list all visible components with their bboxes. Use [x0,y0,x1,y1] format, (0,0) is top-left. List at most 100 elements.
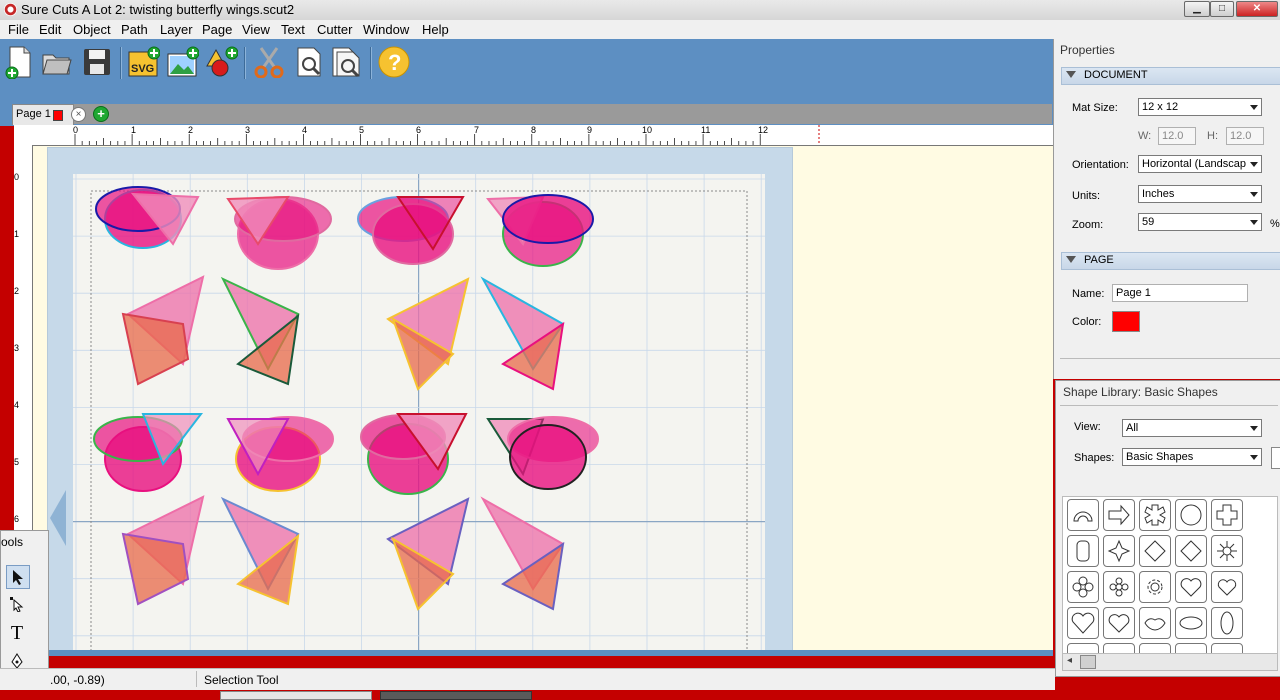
minimize-button[interactable]: ▁ [1184,1,1210,17]
toolbar-separator [244,47,246,79]
ruler-label: 4 [302,125,308,135]
menu-window[interactable]: Window [363,22,409,37]
taskbar-item[interactable] [220,691,372,700]
rounded-rect-shape-icon[interactable] [1067,535,1099,567]
diamond-shape-icon[interactable] [1139,535,1171,567]
ellipse-vertical-shape-icon[interactable] [1211,607,1243,639]
import-image-icon[interactable] [166,45,200,79]
scroll-left-arrow-icon[interactable]: ◂ [1067,655,1072,666]
menu-help[interactable]: Help [422,22,449,37]
menu-file[interactable]: File [8,22,29,37]
heart-shape-icon[interactable] [1175,571,1207,603]
page-color-swatch-button[interactable] [1112,311,1140,332]
wing-shape [480,496,565,611]
ellipse-shape-icon[interactable] [1175,607,1207,639]
dropdown-arrow-icon [1250,162,1258,167]
close-window-button[interactable]: ✕ [1236,1,1278,17]
small-flower-shape-icon[interactable] [1103,571,1135,603]
heart-outline-shape-icon[interactable] [1211,571,1243,603]
ruler-label: 6 [416,125,422,135]
zoom-select[interactable]: 59 [1138,213,1262,231]
flower-burst-shape-icon[interactable] [1211,535,1243,567]
mat-size-value: 12 x 12 [1142,101,1179,113]
diamond-2-shape-icon[interactable] [1175,535,1207,567]
toolbar-separator [120,47,122,79]
arrow-shape-icon[interactable] [1103,499,1135,531]
width-label: W: [1138,130,1152,142]
cross-burst-shape-icon[interactable] [1139,499,1171,531]
circle-shape-icon[interactable] [1175,499,1207,531]
view-select[interactable]: All [1122,419,1262,437]
mat-width-field[interactable]: 12.0 [1158,127,1196,145]
status-divider [196,671,197,687]
shape-library-title: Shape Library: Basic Shapes [1063,385,1218,399]
design-shapes[interactable] [73,174,765,652]
open-folder-icon[interactable] [40,45,74,79]
document-section-header[interactable]: DOCUMENT [1061,67,1280,85]
menu-cutter[interactable]: Cutter [317,22,352,37]
ruler-label: 3 [245,125,251,135]
ruler-label: 2 [188,125,194,135]
menu-path[interactable]: Path [121,22,148,37]
svg-text:?: ? [388,50,401,75]
wing-shape [360,413,468,495]
ruler-label: 2 [14,286,20,296]
scroll-left-icon[interactable] [50,490,66,546]
add-page-icon[interactable]: + [93,106,109,122]
zoom-label: Zoom: [1072,219,1104,231]
wing-shape [386,277,470,391]
wing-shape [226,416,334,492]
menu-view[interactable]: View [242,22,270,37]
ruler-label: 0 [73,125,79,135]
star-shape-icon[interactable] [1103,535,1135,567]
flower-shape-icon[interactable] [1067,571,1099,603]
maximize-button[interactable]: □ [1210,1,1234,17]
orientation-select[interactable]: Horizontal (Landscap [1138,155,1262,173]
arc-shape-icon[interactable] [1067,499,1099,531]
preview-icon[interactable] [292,45,326,79]
view-value: All [1126,422,1139,434]
lips-shape-icon[interactable] [1139,607,1171,639]
node-edit-tool-icon[interactable] [6,593,28,615]
ruler-label: 9 [587,125,593,135]
shape-library-action-button[interactable] [1271,447,1280,469]
selection-tool-icon[interactable] [6,565,30,589]
menu-layer[interactable]: Layer [160,22,193,37]
close-tab-icon[interactable]: × [71,107,86,122]
page-tab[interactable]: Page 1 [12,104,74,125]
cross-shape-icon[interactable] [1211,499,1243,531]
help-icon[interactable]: ? [377,45,411,79]
collapse-arrow-icon [1066,256,1076,263]
shapes-select[interactable]: Basic Shapes [1122,448,1262,466]
cut-scissors-icon[interactable] [252,45,286,79]
import-svg-icon[interactable]: SVG [127,45,161,79]
units-select[interactable]: Inches [1138,185,1262,203]
save-icon[interactable] [80,45,114,79]
menu-bar: File Edit Object Path Layer Page View Te… [0,20,1280,40]
text-tool-icon[interactable]: T [6,622,28,644]
document-section-label: DOCUMENT [1084,69,1148,81]
heart-2-shape-icon[interactable] [1067,607,1099,639]
page-section-header[interactable]: PAGE [1061,252,1280,270]
menu-text[interactable]: Text [281,22,305,37]
taskbar-item[interactable] [380,691,532,700]
ruler-label: 8 [531,125,537,135]
cut-preview-icon[interactable] [330,45,364,79]
canvas-bottom-border [33,650,1053,656]
scrollbar-thumb[interactable] [1080,655,1096,669]
gear-shape-icon[interactable] [1139,571,1171,603]
page-section-label: PAGE [1084,254,1114,266]
mat-size-select[interactable]: 12 x 12 [1138,98,1262,116]
page-name-field[interactable]: Page 1 [1112,284,1248,302]
add-shape-icon[interactable] [205,45,239,79]
menu-object[interactable]: Object [73,22,111,37]
mat-height-field[interactable]: 12.0 [1226,127,1264,145]
new-document-icon[interactable] [2,45,36,79]
heart-3-shape-icon[interactable] [1103,607,1135,639]
menu-page[interactable]: Page [202,22,232,37]
wing-shape [95,186,200,249]
current-tool-status: Selection Tool [204,673,279,687]
menu-edit[interactable]: Edit [39,22,61,37]
window-title: Sure Cuts A Lot 2: twisting butterfly wi… [21,2,295,17]
panel-divider [1060,358,1280,359]
